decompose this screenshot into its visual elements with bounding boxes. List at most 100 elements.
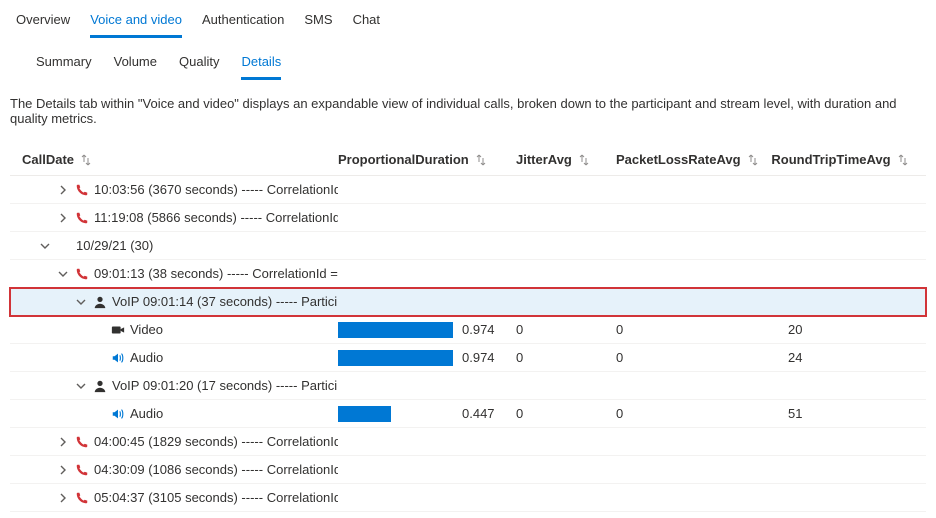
- cell-packetlossrateavg: 0: [616, 322, 760, 337]
- pd-value: 0.447: [462, 406, 506, 421]
- table-row[interactable]: Audio0.4470051: [10, 400, 926, 428]
- column-header-roundtriptimeavg[interactable]: RoundTripTimeAvg: [760, 152, 920, 167]
- table-row[interactable]: 05:04:37 (3105 seconds) ----- Correlatio…: [10, 484, 926, 512]
- table-row[interactable]: Audio0.9740024: [10, 344, 926, 372]
- tab-authentication[interactable]: Authentication: [202, 6, 284, 38]
- sort-icon: [475, 154, 487, 166]
- chevron-down-icon[interactable]: [38, 241, 52, 251]
- cell-proportionalduration: 0.974: [338, 350, 516, 366]
- sort-icon: [80, 154, 92, 166]
- phone-icon: [74, 463, 90, 477]
- row-label: VoIP 09:01:14 (37 seconds) ----- Partici…: [10, 294, 338, 309]
- row-label: Video: [10, 322, 338, 337]
- row-text: Audio: [130, 406, 163, 421]
- table-row[interactable]: VoIP 09:01:20 (17 seconds) ----- Partici…: [10, 372, 926, 400]
- row-text: Audio: [130, 350, 163, 365]
- row-label: 09:01:13 (38 seconds) ----- CorrelationI…: [10, 266, 338, 281]
- cell-packetlossrateavg: 0: [616, 350, 760, 365]
- row-label: 10/29/21 (30): [10, 238, 338, 253]
- chevron-down-icon[interactable]: [74, 297, 88, 307]
- row-label: VoIP 09:01:20 (17 seconds) ----- Partici…: [10, 378, 338, 393]
- subtab-volume[interactable]: Volume: [114, 48, 157, 80]
- row-text: 04:00:45 (1829 seconds) ----- Correlatio…: [94, 434, 338, 449]
- column-header-jitteravg[interactable]: JitterAvg: [516, 152, 616, 167]
- column-label: PacketLossRateAvg: [616, 152, 741, 167]
- cell-jitteravg: 0: [516, 322, 616, 337]
- sort-icon: [578, 154, 590, 166]
- speaker-icon: [110, 351, 126, 365]
- row-text: 04:30:09 (1086 seconds) ----- Correlatio…: [94, 462, 338, 477]
- phone-icon: [74, 435, 90, 449]
- camera-icon: [110, 323, 126, 337]
- column-header-calldate[interactable]: CallDate: [10, 152, 338, 167]
- column-header-proportionalduration[interactable]: ProportionalDuration: [338, 152, 516, 167]
- primary-tabs: Overview Voice and video Authentication SMS…: [10, 6, 926, 38]
- chevron-down-icon[interactable]: [56, 269, 70, 279]
- chevron-right-icon[interactable]: [56, 185, 70, 195]
- pd-value: 0.974: [462, 322, 506, 337]
- row-label: 04:30:09 (1086 seconds) ----- Correlatio…: [10, 462, 338, 477]
- row-label: 05:04:37 (3105 seconds) ----- Correlatio…: [10, 490, 338, 505]
- phone-icon: [74, 183, 90, 197]
- tab-sms[interactable]: SMS: [304, 6, 332, 38]
- table-body: 10:03:56 (3670 seconds) ----- Correlatio…: [10, 176, 926, 512]
- tab-voice-and-video[interactable]: Voice and video: [90, 6, 182, 38]
- table-row[interactable]: 04:00:45 (1829 seconds) ----- Correlatio…: [10, 428, 926, 456]
- column-label: ProportionalDuration: [338, 152, 469, 167]
- phone-icon: [74, 211, 90, 225]
- tab-chat[interactable]: Chat: [353, 6, 380, 38]
- row-label: Audio: [10, 350, 338, 365]
- person-icon: [92, 379, 108, 393]
- row-label: Audio: [10, 406, 338, 421]
- bar-fill: [338, 322, 453, 338]
- row-label: 11:19:08 (5866 seconds) ----- Correlatio…: [10, 210, 338, 225]
- cell-roundtriptimeavg: 20: [760, 322, 920, 337]
- row-text: Video: [130, 322, 163, 337]
- chevron-right-icon[interactable]: [56, 493, 70, 503]
- cell-proportionalduration: 0.447: [338, 406, 516, 422]
- row-text: 10:03:56 (3670 seconds) ----- Correlatio…: [94, 182, 338, 197]
- table-row[interactable]: 04:30:09 (1086 seconds) ----- Correlatio…: [10, 456, 926, 484]
- row-label: 04:00:45 (1829 seconds) ----- Correlatio…: [10, 434, 338, 449]
- table-row[interactable]: 09:01:13 (38 seconds) ----- CorrelationI…: [10, 260, 926, 288]
- bar-fill: [338, 350, 453, 366]
- chevron-right-icon[interactable]: [56, 213, 70, 223]
- subtab-quality[interactable]: Quality: [179, 48, 219, 80]
- row-text: VoIP 09:01:14 (37 seconds) ----- Partici…: [112, 294, 338, 309]
- row-text: 05:04:37 (3105 seconds) ----- Correlatio…: [94, 490, 338, 505]
- phone-icon: [74, 491, 90, 505]
- sort-icon: [897, 154, 909, 166]
- column-label: RoundTripTimeAvg: [771, 152, 890, 167]
- row-text: 11:19:08 (5866 seconds) ----- Correlatio…: [94, 210, 338, 225]
- row-text: 09:01:13 (38 seconds) ----- CorrelationI…: [94, 266, 338, 281]
- table-row[interactable]: VoIP 09:01:14 (37 seconds) ----- Partici…: [10, 288, 926, 316]
- table-row[interactable]: Video0.9740020: [10, 316, 926, 344]
- sort-icon: [747, 154, 759, 166]
- column-header-packetlossrateavg[interactable]: PacketLossRateAvg: [616, 152, 760, 167]
- speaker-icon: [110, 407, 126, 421]
- table-row[interactable]: 10/29/21 (30): [10, 232, 926, 260]
- chevron-right-icon[interactable]: [56, 465, 70, 475]
- row-text: VoIP 09:01:20 (17 seconds) ----- Partici…: [112, 378, 338, 393]
- phone-icon: [74, 267, 90, 281]
- cell-jitteravg: 0: [516, 350, 616, 365]
- cell-roundtriptimeavg: 51: [760, 406, 920, 421]
- cell-proportionalduration: 0.974: [338, 322, 516, 338]
- chevron-right-icon[interactable]: [56, 437, 70, 447]
- table-row[interactable]: 10:03:56 (3670 seconds) ----- Correlatio…: [10, 176, 926, 204]
- cell-packetlossrateavg: 0: [616, 406, 760, 421]
- pd-value: 0.974: [462, 350, 506, 365]
- chevron-down-icon[interactable]: [74, 381, 88, 391]
- subtab-summary[interactable]: Summary: [36, 48, 92, 80]
- cell-jitteravg: 0: [516, 406, 616, 421]
- row-text: 10/29/21 (30): [76, 238, 153, 253]
- cell-roundtriptimeavg: 24: [760, 350, 920, 365]
- row-label: 10:03:56 (3670 seconds) ----- Correlatio…: [10, 182, 338, 197]
- column-label: JitterAvg: [516, 152, 572, 167]
- tab-overview[interactable]: Overview: [16, 6, 70, 38]
- secondary-tabs: Summary Volume Quality Details: [10, 48, 926, 80]
- table-header: CallDate ProportionalDuration JitterAvg …: [10, 144, 926, 176]
- table-row[interactable]: 11:19:08 (5866 seconds) ----- Correlatio…: [10, 204, 926, 232]
- subtab-details[interactable]: Details: [241, 48, 281, 80]
- description-text: The Details tab within "Voice and video"…: [10, 96, 926, 126]
